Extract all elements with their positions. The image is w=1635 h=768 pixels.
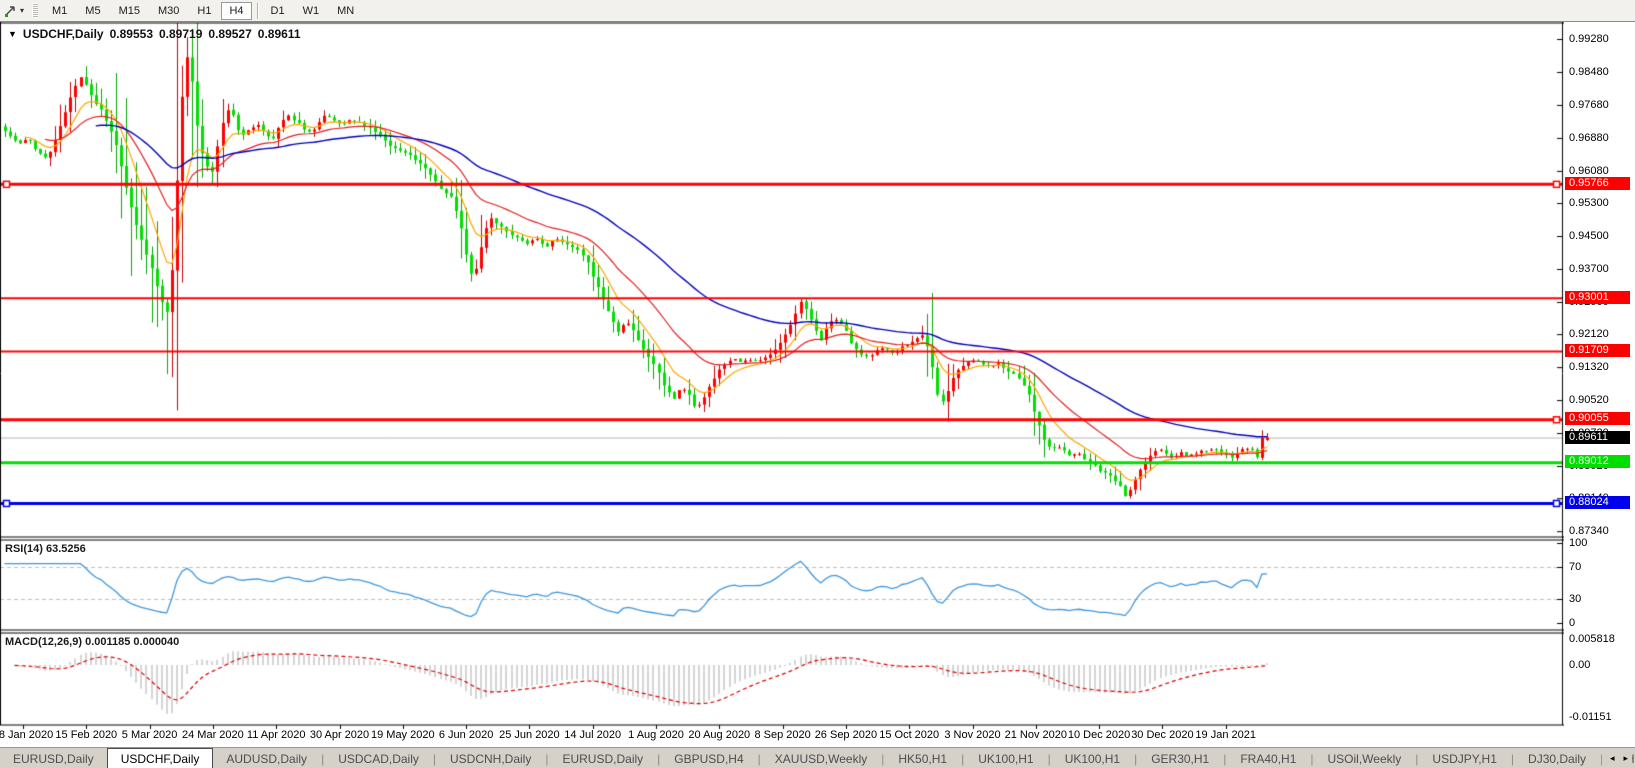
tab-usdchf-daily[interactable]: USDCHF,Daily [107, 748, 214, 768]
cursor-crosshair-icon [4, 4, 17, 17]
hline-price-label: 0.91709 [1565, 344, 1630, 357]
tab-usoil-weekly[interactable]: USOil,Weekly [1315, 748, 1415, 768]
price-tick-label: 0.99280 [1569, 33, 1609, 46]
tab-eurusd-daily[interactable]: EURUSD,Daily [549, 748, 656, 768]
rsi-tick-label: 0 [1569, 617, 1575, 630]
hline-price-label: 0.90055 [1565, 412, 1630, 425]
price-tick-label: 0.96880 [1569, 132, 1609, 145]
rsi-tick-label: 30 [1569, 593, 1581, 606]
macd-tick-label: 0.005818 [1569, 633, 1615, 646]
toolbar-grip[interactable] [32, 3, 38, 18]
chart-window: ▼ USDCHF,Daily 0.89553 0.89719 0.89527 0… [0, 22, 1635, 768]
macd-tick-label: -0.01151 [1569, 711, 1612, 724]
timeframe-button-m5[interactable]: M5 [77, 2, 108, 20]
timeframe-button-m30[interactable]: M30 [150, 2, 187, 20]
price-tick-label: 0.94500 [1569, 230, 1609, 243]
symbol-dropdown-icon[interactable]: ▼ [8, 29, 17, 39]
trading-platform: ▾ M1M5M15M30H1H4 D1W1MN ▼ USDCHF,Daily 0.… [0, 0, 1635, 768]
price-tick-label: 0.98480 [1569, 66, 1609, 79]
dropdown-arrow-icon: ▾ [20, 6, 24, 15]
ohlc-high: 0.89719 [159, 27, 202, 41]
tab-xauusd-weekly[interactable]: XAUUSD,Weekly [762, 748, 880, 768]
date-tick-label: 19 Jan 2021 [1181, 729, 1271, 741]
tab-uk100-h1[interactable]: UK100,H1 [965, 748, 1046, 768]
tab-uk100-h1[interactable]: UK100,H1 [1052, 748, 1133, 768]
ohlc-low: 0.89527 [208, 27, 251, 41]
tab-scroll-left-icon[interactable]: ◂ [1610, 753, 1615, 764]
chart-symbol-label: USDCHF,Daily [23, 27, 104, 41]
chart-tabs: EURUSD,DailyUSDCHF,DailyAUDUSD,Daily|USD… [0, 748, 1635, 768]
tab-usdcnh-daily[interactable]: USDCNH,Daily [437, 748, 544, 768]
hline-price-label: 0.93001 [1565, 291, 1630, 304]
timeframe-button-h4[interactable]: H4 [221, 2, 251, 20]
timeframe-button-m1[interactable]: M1 [44, 2, 75, 20]
current-price-label: 0.89611 [1565, 431, 1630, 444]
tab-ger30-h1[interactable]: GER30,H1 [1138, 748, 1222, 768]
tab-usdjpy-h1[interactable]: USDJPY,H1 [1419, 748, 1509, 768]
ohlc-close: 0.89611 [258, 27, 301, 41]
rsi-tick-label: 70 [1569, 561, 1581, 574]
toolbar-separator [257, 3, 258, 19]
tab-scroll-nav: ◂ ▸ [1602, 748, 1632, 768]
tab-scroll-right-icon[interactable]: ▸ [1623, 753, 1628, 764]
timeframe-toolbar: M1M5M15M30H1H4 D1W1MN [43, 2, 363, 20]
rsi-tick-label: 100 [1569, 537, 1587, 550]
price-tick-label: 0.97680 [1569, 99, 1609, 112]
ohlc-open: 0.89553 [110, 27, 153, 41]
tab-dj30-daily[interactable]: DJ30,Daily [1515, 748, 1599, 768]
timeframe-button-w1[interactable]: W1 [295, 2, 328, 20]
top-toolbar: ▾ M1M5M15M30H1H4 D1W1MN [0, 0, 1635, 22]
cursor-tool-button[interactable]: ▾ [0, 2, 28, 19]
hline-price-label: 0.88024 [1565, 496, 1630, 509]
tab-eurusd-daily[interactable]: EURUSD,Daily [0, 748, 107, 768]
macd-tick-label: 0.00 [1569, 659, 1590, 672]
chart-tabs-bar: EURUSD,DailyUSDCHF,DailyAUDUSD,Daily|USD… [0, 747, 1635, 768]
timeframe-button-mn[interactable]: MN [329, 2, 362, 20]
timeframe-button-m15[interactable]: M15 [111, 2, 148, 20]
price-tick-label: 0.92120 [1569, 328, 1609, 341]
price-tick-label: 0.95300 [1569, 197, 1609, 210]
price-tick-label: 0.91320 [1569, 361, 1609, 374]
tab-audusd-daily[interactable]: AUDUSD,Daily [213, 748, 320, 768]
price-tick-label: 0.90520 [1569, 394, 1609, 407]
tab-hk50-h1[interactable]: HK50,H1 [885, 748, 960, 768]
tab-fra40-h1[interactable]: FRA40,H1 [1227, 748, 1309, 768]
rsi-label: RSI(14) 63.5256 [5, 543, 86, 555]
tab-usdcad-daily[interactable]: USDCAD,Daily [325, 748, 432, 768]
timeframe-button-d1[interactable]: D1 [263, 2, 293, 20]
macd-label: MACD(12,26,9) 0.001185 0.000040 [5, 636, 179, 648]
hline-price-label: 0.89012 [1565, 455, 1630, 468]
price-tick-label: 0.93700 [1569, 263, 1609, 276]
price-chart-canvas[interactable] [0, 22, 1564, 730]
chart-title: ▼ USDCHF,Daily 0.89553 0.89719 0.89527 0… [8, 27, 301, 41]
tab-gbpusd-h4[interactable]: GBPUSD,H4 [661, 748, 756, 768]
timeframe-button-h1[interactable]: H1 [189, 2, 219, 20]
hline-price-label: 0.95766 [1565, 177, 1630, 190]
